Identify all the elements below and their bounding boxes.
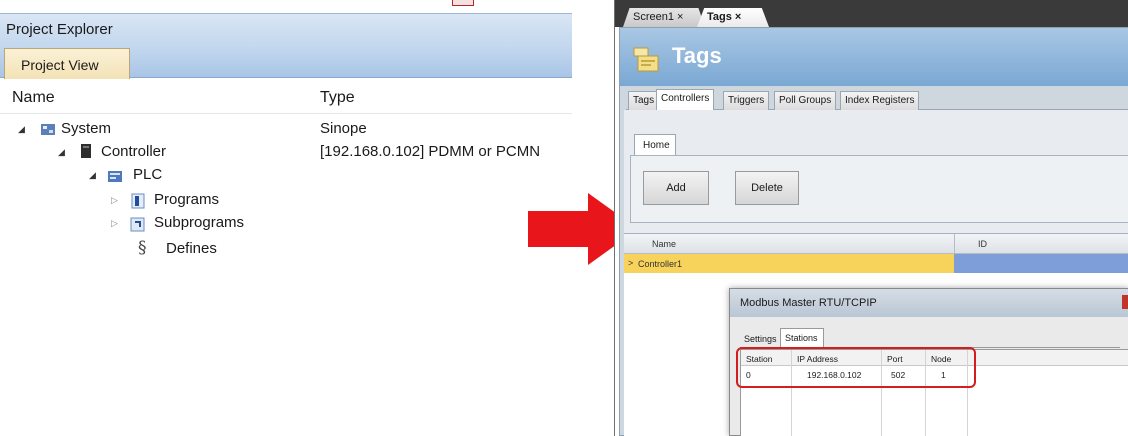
system-icon (41, 124, 55, 135)
tree-item-label: Defines (166, 240, 217, 257)
page-title: Tags (672, 43, 722, 68)
column-header-name[interactable]: Name (652, 239, 676, 249)
grid-header: Name ID (624, 234, 1128, 254)
controller-icon (81, 144, 91, 158)
panel-title: Project Explorer (0, 13, 572, 44)
defines-icon: § (138, 238, 147, 258)
tab-index-registers[interactable]: Index Registers (840, 91, 920, 110)
tab-stations[interactable]: Stations (780, 328, 824, 349)
tags-window: Screen1 × Tags × Tags Tags Controllers T… (614, 0, 1128, 436)
top-strip (0, 0, 572, 7)
controller-name: Controller1 (638, 259, 683, 269)
window-control-icon[interactable] (452, 0, 474, 6)
column-header-type[interactable]: Type (320, 89, 355, 107)
tab-screen1[interactable]: Screen1 × (623, 8, 705, 27)
header-divider (0, 113, 572, 114)
expanded-arrow-icon[interactable]: ◢ (89, 170, 96, 181)
tab-tags[interactable]: Tags × (697, 8, 769, 27)
document-tabstrip: Screen1 × Tags × (615, 0, 1128, 27)
close-icon[interactable] (1122, 295, 1128, 309)
tree-item-label: PLC (133, 166, 163, 183)
expanded-arrow-icon[interactable]: ◢ (18, 124, 25, 135)
tab-poll-groups[interactable]: Poll Groups (774, 91, 837, 110)
tags-header: Tags (620, 28, 1128, 86)
collapsed-arrow-icon[interactable]: ▷ (111, 218, 118, 229)
dialog-title: Modbus Master RTU/TCPIP (730, 289, 1128, 317)
tree-item-type: [192.168.0.102] PDMM or PCMN (320, 143, 541, 160)
add-button[interactable]: Add (643, 171, 709, 205)
tree-item-subprograms[interactable]: ▷ Subprograms (0, 213, 572, 236)
tree-item-plc[interactable]: ◢ PLC (0, 165, 572, 188)
tree-item-type: Sinope (320, 120, 367, 137)
tags-tabbar: Tags Controllers Triggers Poll Groups In… (626, 88, 1128, 111)
tab-controllers[interactable]: Controllers (656, 89, 715, 111)
dialog-tabbar: Settings Stations (740, 328, 1120, 349)
collapsed-arrow-icon[interactable]: ▷ (111, 195, 118, 206)
tree-item-defines[interactable]: § Defines (0, 237, 572, 260)
modbus-dialog: Modbus Master RTU/TCPIP Settings Station… (729, 288, 1128, 436)
tree-item-programs[interactable]: ▷ Programs (0, 190, 572, 213)
table-row[interactable]: Controller1 > (624, 254, 1128, 273)
tab-triggers[interactable]: Triggers (723, 91, 770, 110)
tree-item-label: System (61, 120, 112, 137)
tree-item-label: Subprograms (154, 214, 245, 231)
panel-tabstrip: Project View (0, 44, 572, 79)
table-cell-id[interactable] (954, 254, 1128, 273)
programs-icon (131, 193, 145, 209)
tab-home[interactable]: Home (634, 134, 676, 156)
tree-item-system[interactable]: ◢ System Sinope (0, 119, 572, 142)
table-cell-name[interactable]: Controller1 (624, 254, 954, 273)
ribbon-group: Add Delete (630, 155, 1128, 223)
tree-item-label: Controller (101, 143, 167, 160)
expanded-arrow-icon[interactable]: ◢ (58, 147, 65, 158)
row-selector-icon[interactable]: > (628, 258, 633, 268)
tree-item-controller[interactable]: ◢ Controller [192.168.0.102] PDMM or PCM… (0, 142, 572, 165)
tab-tags-list[interactable]: Tags (628, 91, 660, 110)
highlight-box (736, 347, 976, 388)
tab-project-view[interactable]: Project View (4, 48, 130, 79)
tags-icon (633, 47, 659, 72)
column-header-name[interactable]: Name (12, 89, 55, 107)
plc-icon (108, 171, 122, 182)
subprograms-icon (130, 217, 145, 232)
delete-button[interactable]: Delete (735, 171, 799, 205)
tree-item-label: Programs (154, 191, 220, 208)
column-header-id[interactable]: ID (978, 239, 987, 249)
project-explorer-panel: Project Explorer Project View Name Type … (0, 0, 572, 262)
column-divider[interactable] (954, 234, 955, 254)
tab-settings[interactable]: Settings (740, 330, 780, 348)
